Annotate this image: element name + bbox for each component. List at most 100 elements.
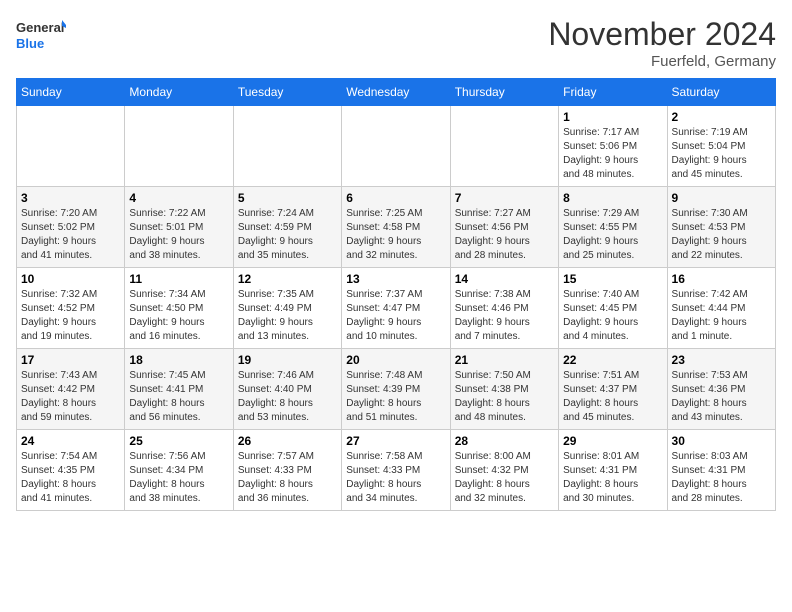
day-info: Sunrise: 7:42 AM Sunset: 4:44 PM Dayligh…: [672, 288, 771, 344]
header: General Blue November 2024 Fuerfeld, Ger…: [16, 16, 776, 70]
day-info: Sunrise: 7:25 AM Sunset: 4:58 PM Dayligh…: [346, 207, 445, 263]
day-number: 8: [563, 191, 662, 205]
day-number: 26: [238, 434, 337, 448]
calendar-cell: 23Sunrise: 7:53 AM Sunset: 4:36 PM Dayli…: [667, 349, 775, 430]
calendar-cell: [450, 106, 558, 187]
calendar-cell: 30 Sunrise: 8:03 AM Sunset: 4:31 PM Dayli…: [667, 430, 775, 511]
calendar-cell: 13 Sunrise: 7:37 AM Sunset: 4:47 PM Dayli…: [342, 268, 450, 349]
svg-text:General: General: [16, 20, 64, 35]
calendar-cell: 22 Sunrise: 7:51 AM Sunset: 4:37 PM Dayli…: [559, 349, 667, 430]
day-number: 10: [21, 272, 120, 286]
calendar-cell: 3 Sunrise: 7:20 AM Sunset: 5:02 PM Daylig…: [17, 187, 125, 268]
day-number: 16: [672, 272, 771, 286]
day-number: 27: [346, 434, 445, 448]
calendar-cell: 6 Sunrise: 7:25 AM Sunset: 4:58 PM Daylig…: [342, 187, 450, 268]
calendar-week-3: 10 Sunrise: 7:32 AM Sunset: 4:52 PM Dayli…: [17, 268, 776, 349]
day-number: 3: [21, 191, 120, 205]
logo-svg: General Blue: [16, 16, 66, 56]
day-number: 24: [21, 434, 120, 448]
day-number: 6: [346, 191, 445, 205]
day-info: Sunrise: 7:19 AM Sunset: 5:04 PM Dayligh…: [672, 126, 771, 182]
day-info: Sunrise: 7:30 AM Sunset: 4:53 PM Dayligh…: [672, 207, 771, 263]
weekday-header-wednesday: Wednesday: [342, 79, 450, 106]
day-number: 13: [346, 272, 445, 286]
calendar-cell: 2 Sunrise: 7:19 AM Sunset: 5:04 PM Daylig…: [667, 106, 775, 187]
day-number: 2: [672, 110, 771, 124]
day-info: Sunrise: 7:43 AM Sunset: 4:42 PM Dayligh…: [21, 369, 120, 425]
day-info: Sunrise: 7:32 AM Sunset: 4:52 PM Dayligh…: [21, 288, 120, 344]
calendar-cell: 21Sunrise: 7:50 AM Sunset: 4:38 PM Dayli…: [450, 349, 558, 430]
calendar-cell: 19 Sunrise: 7:46 AM Sunset: 4:40 PM Dayli…: [233, 349, 341, 430]
calendar-cell: 24 Sunrise: 7:54 AM Sunset: 4:35 PM Dayli…: [17, 430, 125, 511]
weekday-header-tuesday: Tuesday: [233, 79, 341, 106]
calendar-week-2: 3 Sunrise: 7:20 AM Sunset: 5:02 PM Daylig…: [17, 187, 776, 268]
calendar-cell: 5 Sunrise: 7:24 AM Sunset: 4:59 PM Daylig…: [233, 187, 341, 268]
title-area: November 2024 Fuerfeld, Germany: [548, 16, 776, 70]
weekday-header-row: SundayMondayTuesdayWednesdayThursdayFrid…: [17, 79, 776, 106]
day-info: Sunrise: 7:29 AM Sunset: 4:55 PM Dayligh…: [563, 207, 662, 263]
day-info: Sunrise: 7:57 AM Sunset: 4:33 PM Dayligh…: [238, 450, 337, 506]
weekday-header-saturday: Saturday: [667, 79, 775, 106]
logo: General Blue: [16, 16, 66, 56]
day-number: 14: [455, 272, 554, 286]
weekday-header-friday: Friday: [559, 79, 667, 106]
month-title: November 2024: [548, 16, 776, 53]
day-info: Sunrise: 8:00 AM Sunset: 4:32 PM Dayligh…: [455, 450, 554, 506]
calendar-cell: 25 Sunrise: 7:56 AM Sunset: 4:34 PM Dayli…: [125, 430, 233, 511]
day-info: Sunrise: 7:17 AM Sunset: 5:06 PM Dayligh…: [563, 126, 662, 182]
calendar-cell: 18Sunrise: 7:45 AM Sunset: 4:41 PM Dayli…: [125, 349, 233, 430]
calendar-cell: 26 Sunrise: 7:57 AM Sunset: 4:33 PM Dayli…: [233, 430, 341, 511]
calendar-cell: 10 Sunrise: 7:32 AM Sunset: 4:52 PM Dayli…: [17, 268, 125, 349]
day-number: 20: [346, 353, 445, 367]
svg-text:Blue: Blue: [16, 36, 44, 51]
calendar-cell: 1Sunrise: 7:17 AM Sunset: 5:06 PM Daylig…: [559, 106, 667, 187]
calendar-week-1: 1Sunrise: 7:17 AM Sunset: 5:06 PM Daylig…: [17, 106, 776, 187]
day-number: 25: [129, 434, 228, 448]
day-number: 18: [129, 353, 228, 367]
calendar-cell: 27Sunrise: 7:58 AM Sunset: 4:33 PM Dayli…: [342, 430, 450, 511]
calendar-cell: [17, 106, 125, 187]
day-info: Sunrise: 7:54 AM Sunset: 4:35 PM Dayligh…: [21, 450, 120, 506]
day-number: 22: [563, 353, 662, 367]
day-number: 9: [672, 191, 771, 205]
day-number: 11: [129, 272, 228, 286]
calendar-cell: 8 Sunrise: 7:29 AM Sunset: 4:55 PM Daylig…: [559, 187, 667, 268]
day-number: 29: [563, 434, 662, 448]
day-info: Sunrise: 7:20 AM Sunset: 5:02 PM Dayligh…: [21, 207, 120, 263]
day-number: 7: [455, 191, 554, 205]
day-number: 28: [455, 434, 554, 448]
calendar-cell: 20 Sunrise: 7:48 AM Sunset: 4:39 PM Dayli…: [342, 349, 450, 430]
day-number: 17: [21, 353, 120, 367]
day-number: 4: [129, 191, 228, 205]
calendar-cell: [125, 106, 233, 187]
day-info: Sunrise: 8:03 AM Sunset: 4:31 PM Dayligh…: [672, 450, 771, 506]
calendar-cell: 17 Sunrise: 7:43 AM Sunset: 4:42 PM Dayli…: [17, 349, 125, 430]
day-info: Sunrise: 7:22 AM Sunset: 5:01 PM Dayligh…: [129, 207, 228, 263]
day-info: Sunrise: 7:51 AM Sunset: 4:37 PM Dayligh…: [563, 369, 662, 425]
day-info: Sunrise: 7:46 AM Sunset: 4:40 PM Dayligh…: [238, 369, 337, 425]
day-number: 5: [238, 191, 337, 205]
day-number: 19: [238, 353, 337, 367]
day-info: Sunrise: 7:35 AM Sunset: 4:49 PM Dayligh…: [238, 288, 337, 344]
day-info: Sunrise: 7:24 AM Sunset: 4:59 PM Dayligh…: [238, 207, 337, 263]
day-info: Sunrise: 7:38 AM Sunset: 4:46 PM Dayligh…: [455, 288, 554, 344]
day-info: Sunrise: 7:56 AM Sunset: 4:34 PM Dayligh…: [129, 450, 228, 506]
day-info: Sunrise: 7:48 AM Sunset: 4:39 PM Dayligh…: [346, 369, 445, 425]
day-info: Sunrise: 7:40 AM Sunset: 4:45 PM Dayligh…: [563, 288, 662, 344]
day-info: Sunrise: 7:37 AM Sunset: 4:47 PM Dayligh…: [346, 288, 445, 344]
calendar-cell: 15Sunrise: 7:40 AM Sunset: 4:45 PM Dayli…: [559, 268, 667, 349]
calendar-cell: 4 Sunrise: 7:22 AM Sunset: 5:01 PM Daylig…: [125, 187, 233, 268]
day-info: Sunrise: 7:50 AM Sunset: 4:38 PM Dayligh…: [455, 369, 554, 425]
day-number: 12: [238, 272, 337, 286]
calendar-week-5: 24 Sunrise: 7:54 AM Sunset: 4:35 PM Dayli…: [17, 430, 776, 511]
day-number: 30: [672, 434, 771, 448]
weekday-header-sunday: Sunday: [17, 79, 125, 106]
calendar-cell: 9 Sunrise: 7:30 AM Sunset: 4:53 PM Daylig…: [667, 187, 775, 268]
calendar-cell: 28 Sunrise: 8:00 AM Sunset: 4:32 PM Dayli…: [450, 430, 558, 511]
calendar-cell: 12 Sunrise: 7:35 AM Sunset: 4:49 PM Dayli…: [233, 268, 341, 349]
calendar-week-4: 17 Sunrise: 7:43 AM Sunset: 4:42 PM Dayli…: [17, 349, 776, 430]
weekday-header-monday: Monday: [125, 79, 233, 106]
day-info: Sunrise: 7:27 AM Sunset: 4:56 PM Dayligh…: [455, 207, 554, 263]
day-info: Sunrise: 7:53 AM Sunset: 4:36 PM Dayligh…: [672, 369, 771, 425]
day-info: Sunrise: 7:34 AM Sunset: 4:50 PM Dayligh…: [129, 288, 228, 344]
